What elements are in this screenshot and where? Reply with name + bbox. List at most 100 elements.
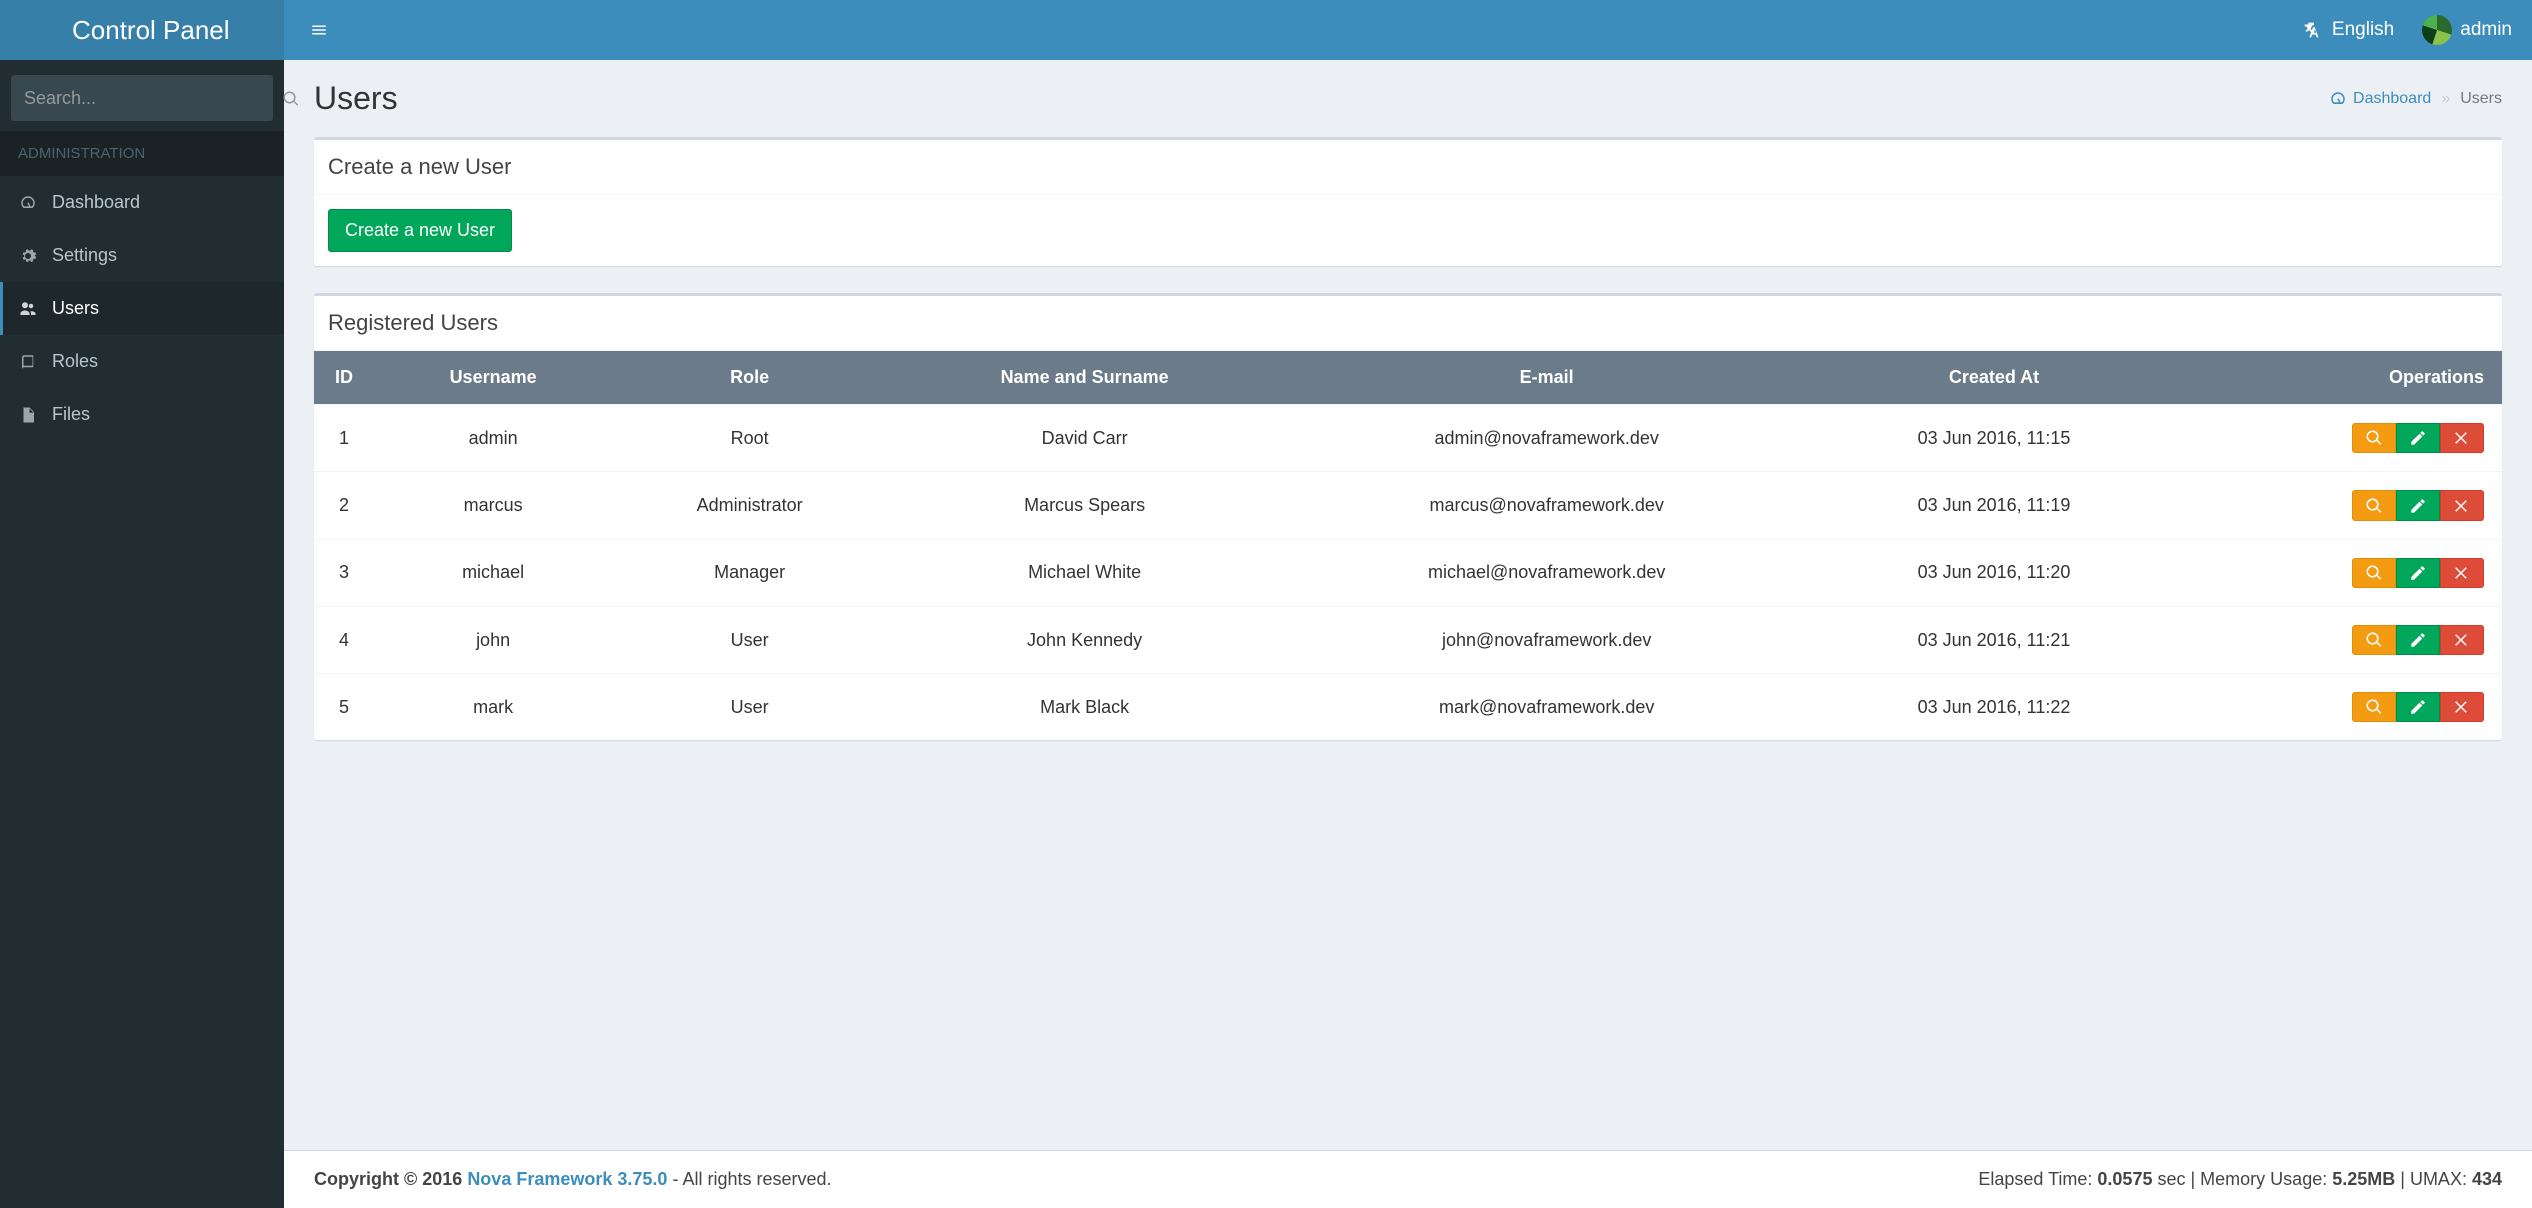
cell-email: michael@novaframework.dev [1282,539,1811,606]
col-role: Role [612,351,887,405]
times-icon [2453,631,2471,649]
times-icon [2453,698,2471,716]
sidebar-toggle-button[interactable] [304,13,334,48]
sidebar-item-dashboard[interactable]: Dashboard [0,176,284,229]
view-button[interactable] [2352,490,2396,520]
cell-operations [2177,674,2502,741]
edit-button[interactable] [2396,490,2440,520]
pencil-icon [2409,564,2427,582]
create-user-box: Create a new User Create a new User [314,137,2502,266]
brand[interactable]: Control Panel [0,0,284,60]
col-created: Created At [1811,351,2176,405]
table-row: 3michaelManagerMichael Whitemichael@nova… [314,539,2502,606]
cell-created: 03 Jun 2016, 11:15 [1811,405,2176,472]
breadcrumb-sep: » [2441,90,2450,108]
file-icon [19,406,37,424]
view-button[interactable] [2352,558,2396,588]
cell-username: mark [374,674,612,741]
language-switch[interactable]: English [2302,19,2394,41]
cell-id: 1 [314,405,374,472]
search-icon [2365,698,2383,716]
user-menu[interactable]: admin [2422,15,2512,45]
cell-role: User [612,674,887,741]
times-icon [2453,429,2471,447]
cell-operations [2177,472,2502,539]
sidebar-item-label: Roles [52,351,98,372]
topbar: English admin [284,0,2532,60]
users-table-title: Registered Users [314,296,2502,351]
delete-button[interactable] [2440,625,2484,655]
sidebar-item-files[interactable]: Files [0,388,284,441]
edit-button[interactable] [2396,625,2440,655]
language-label: English [2332,19,2394,41]
search-icon [2365,429,2383,447]
table-row: 4johnUserJohn Kennedyjohn@novaframework.… [314,606,2502,673]
cell-name: Mark Black [887,674,1282,741]
footer-copyright-suffix: - All rights reserved. [672,1169,831,1189]
view-button[interactable] [2352,692,2396,722]
sidebar-search [0,60,284,131]
cell-email: mark@novaframework.dev [1282,674,1811,741]
book-icon [19,353,37,371]
delete-button[interactable] [2440,423,2484,453]
dashboard-icon [2329,90,2347,108]
sidebar-item-settings[interactable]: Settings [0,229,284,282]
cell-username: michael [374,539,612,606]
cell-created: 03 Jun 2016, 11:19 [1811,472,2176,539]
delete-button[interactable] [2440,490,2484,520]
table-row: 2marcusAdministratorMarcus Spearsmarcus@… [314,472,2502,539]
cell-created: 03 Jun 2016, 11:20 [1811,539,2176,606]
cell-username: marcus [374,472,612,539]
cell-operations [2177,539,2502,606]
delete-button[interactable] [2440,558,2484,588]
sidebar-item-label: Files [52,404,90,425]
cell-id: 5 [314,674,374,741]
search-icon [2365,497,2383,515]
cell-created: 03 Jun 2016, 11:21 [1811,606,2176,673]
cell-operations [2177,606,2502,673]
cell-id: 2 [314,472,374,539]
sidebar-item-label: Users [52,298,99,319]
users-table-box: Registered Users ID Username Role Name a… [314,293,2502,740]
create-user-button[interactable]: Create a new User [328,209,512,252]
col-name: Name and Surname [887,351,1282,405]
cell-name: Michael White [887,539,1282,606]
col-id: ID [314,351,374,405]
view-button[interactable] [2352,423,2396,453]
table-row: 1adminRootDavid Carradmin@novaframework.… [314,405,2502,472]
pencil-icon [2409,429,2427,447]
delete-button[interactable] [2440,692,2484,722]
sidebar: Control Panel ADMINISTRATION Dashboard S… [0,0,284,1208]
breadcrumb: Dashboard » Users [2329,90,2502,108]
content-header: Users Dashboard » Users [284,60,2532,127]
cell-username: admin [374,405,612,472]
sidebar-item-roles[interactable]: Roles [0,335,284,388]
breadcrumb-home[interactable]: Dashboard [2329,90,2431,108]
gears-icon [19,247,37,265]
col-operations: Operations [2177,351,2502,405]
edit-button[interactable] [2396,692,2440,722]
footer-framework-link[interactable]: Nova Framework 3.75.0 [467,1169,667,1189]
view-button[interactable] [2352,625,2396,655]
user-label: admin [2460,19,2512,41]
times-icon [2453,564,2471,582]
language-icon [2302,19,2324,41]
edit-button[interactable] [2396,558,2440,588]
cell-name: John Kennedy [887,606,1282,673]
cell-role: User [612,606,887,673]
cell-role: Manager [612,539,887,606]
cell-email: marcus@novaframework.dev [1282,472,1811,539]
sidebar-item-label: Dashboard [52,192,140,213]
edit-button[interactable] [2396,423,2440,453]
cell-username: john [374,606,612,673]
breadcrumb-current: Users [2460,90,2502,108]
search-input[interactable] [12,82,268,115]
cell-role: Administrator [612,472,887,539]
table-row: 5markUserMark Blackmark@novaframework.de… [314,674,2502,741]
sidebar-item-users[interactable]: Users [0,282,284,335]
times-icon [2453,497,2471,515]
bars-icon [310,21,328,39]
create-user-box-title: Create a new User [314,140,2502,195]
col-username: Username [374,351,612,405]
cell-role: Root [612,405,887,472]
